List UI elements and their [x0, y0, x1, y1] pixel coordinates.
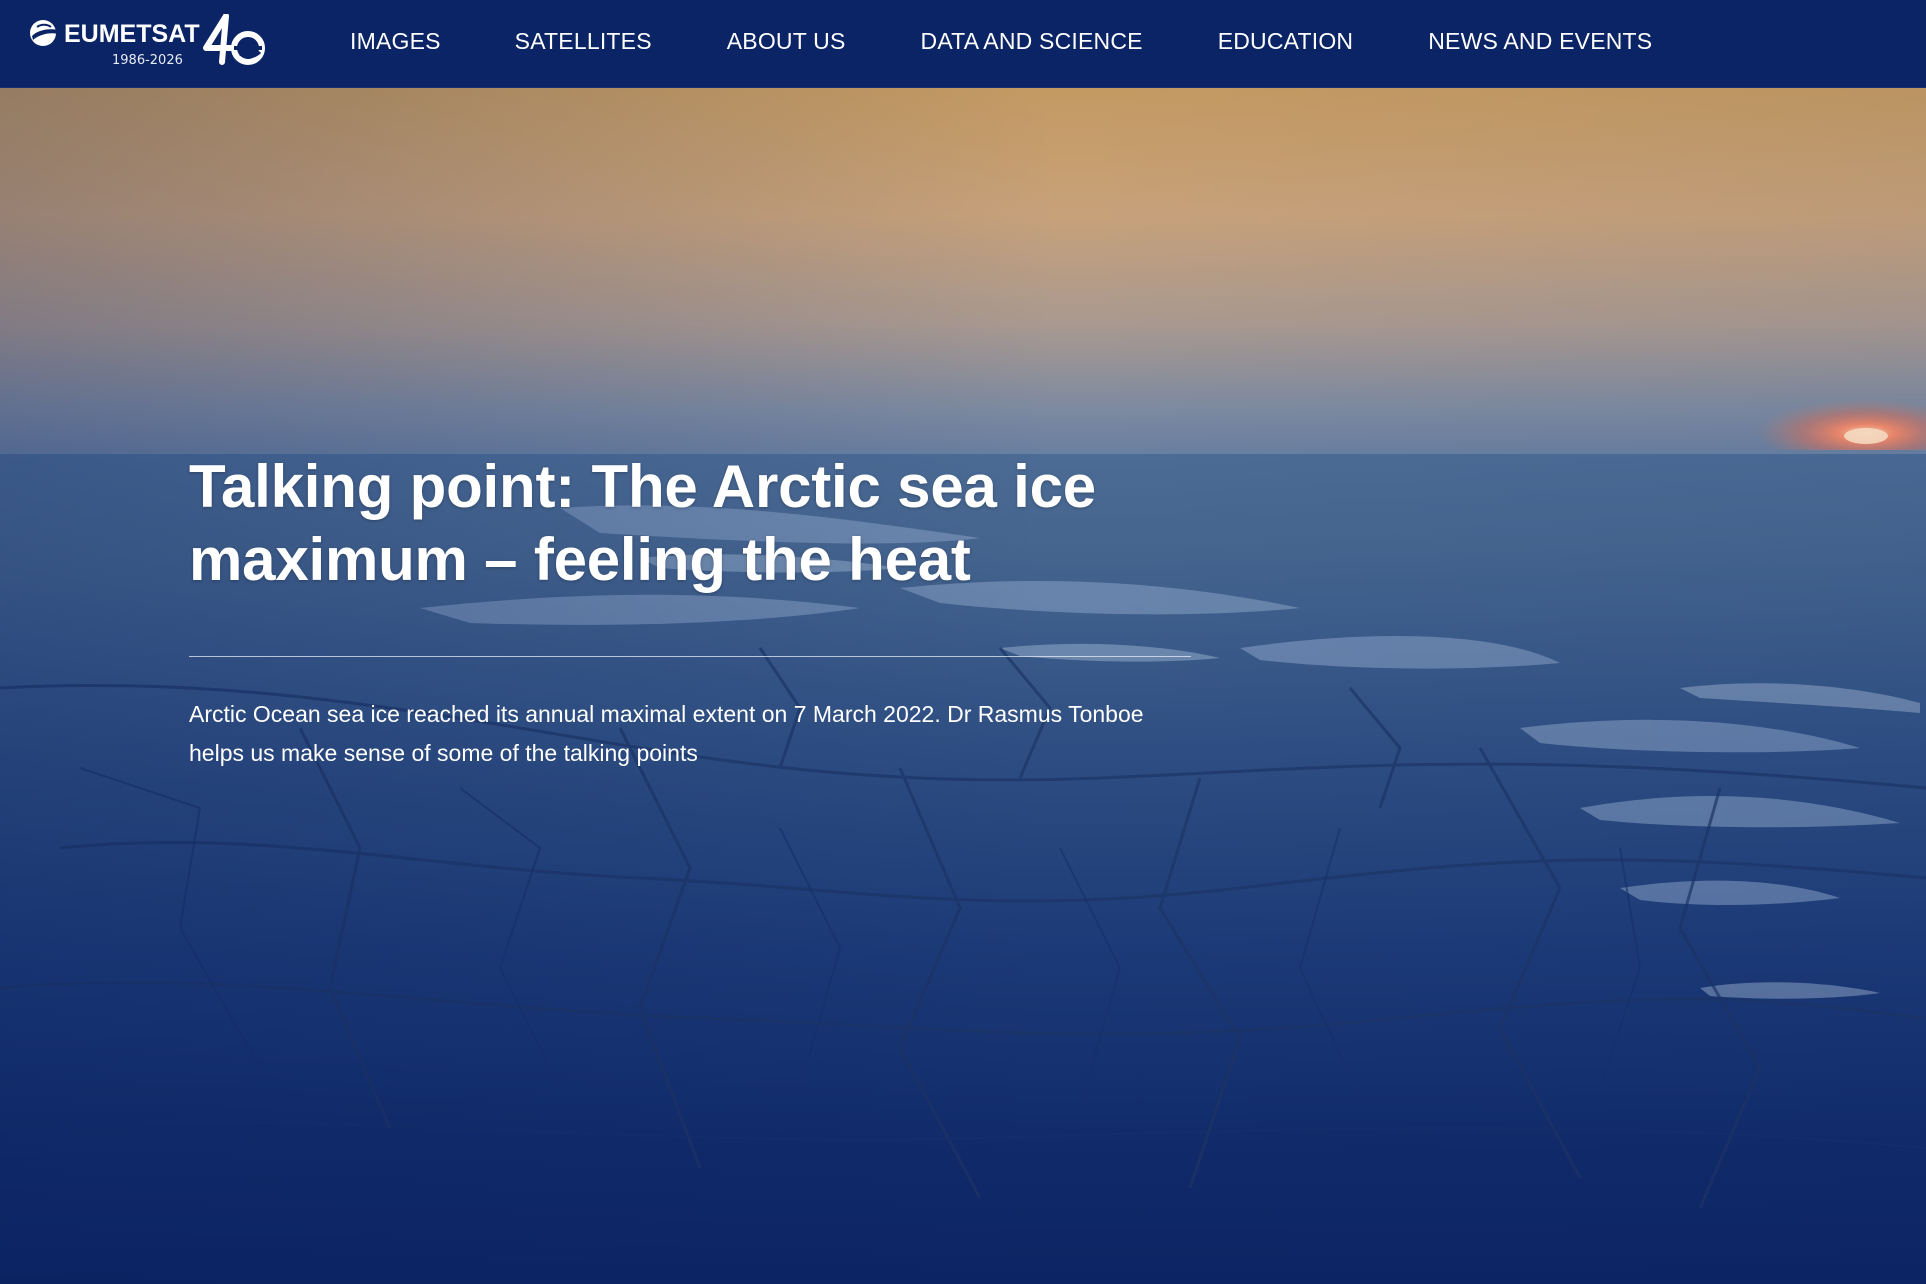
brand-years: 1986-2026 — [112, 53, 183, 68]
nav-item-about-us: ABOUT US — [727, 28, 846, 55]
nav-item-education: EDUCATION — [1218, 28, 1354, 55]
nav-item-data-and-science: DATA AND SCIENCE — [921, 28, 1143, 55]
nav-link-about-us[interactable]: ABOUT US — [727, 28, 846, 55]
nav-link-data-and-science[interactable]: DATA AND SCIENCE — [921, 28, 1143, 55]
page-title: Talking point: The Arctic sea ice maximu… — [189, 453, 1096, 593]
site-header: EUMETSAT 1986-2026 IMAGES SATELLITES ABO… — [0, 0, 1926, 88]
nav-item-images: IMAGES — [350, 28, 441, 55]
article-summary: Arctic Ocean sea ice reached its annual … — [189, 701, 1144, 766]
nav-link-education[interactable]: EDUCATION — [1218, 28, 1354, 55]
forty-years-anniversary-icon — [203, 14, 265, 65]
main-navigation: IMAGES SATELLITES ABOUT US DATA AND SCIE… — [350, 0, 1652, 82]
nav-item-news-and-events: NEWS AND EVENTS — [1428, 28, 1652, 55]
nav-item-satellites: SATELLITES — [515, 28, 652, 55]
eumetsat-globe-icon — [30, 20, 59, 46]
title-divider — [189, 656, 1191, 657]
hero-content: Talking point: The Arctic sea ice maximu… — [189, 450, 1191, 773]
eumetsat-logo[interactable]: EUMETSAT 1986-2026 — [28, 14, 273, 74]
nav-link-news-and-events[interactable]: NEWS AND EVENTS — [1428, 28, 1652, 55]
nav-link-images[interactable]: IMAGES — [350, 28, 441, 55]
nav-link-satellites[interactable]: SATELLITES — [515, 28, 652, 55]
hero-banner: Talking point: The Arctic sea ice maximu… — [0, 88, 1926, 1284]
brand-name: EUMETSAT — [64, 20, 200, 48]
